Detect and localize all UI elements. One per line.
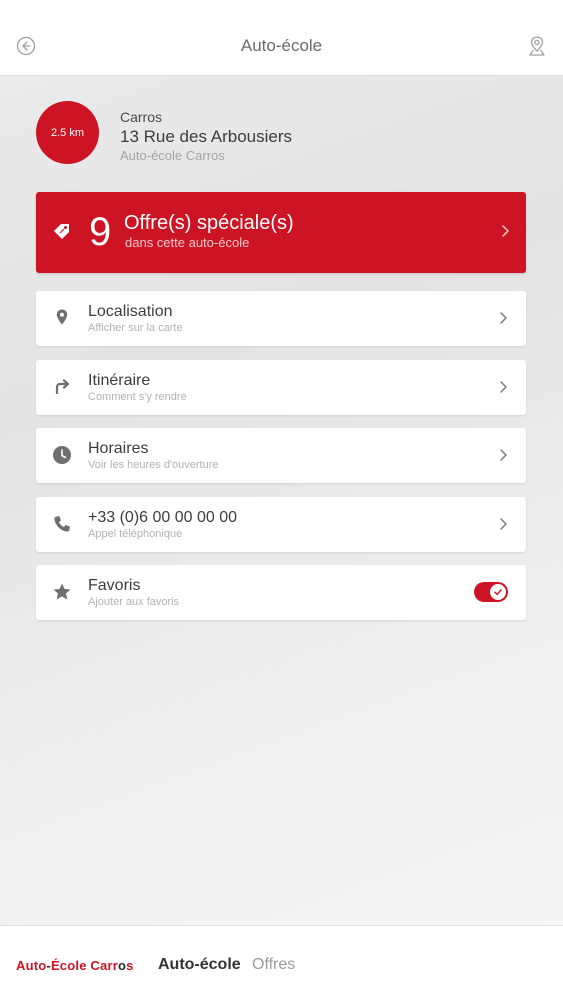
brand-logo: Auto-École Carros <box>16 958 134 973</box>
itinerary-title: Itinéraire <box>88 372 151 389</box>
star-icon <box>53 583 71 600</box>
chevron-right-icon <box>500 449 507 461</box>
offers-subtitle: dans cette auto-école <box>125 235 250 250</box>
city-label: Carros <box>120 109 163 125</box>
chevron-right-icon <box>500 381 507 393</box>
offers-title: Offre(s) spéciale(s) <box>124 212 294 234</box>
chevron-right-icon <box>502 225 509 237</box>
favorite-row: Favoris Ajouter aux favoris <box>36 565 526 620</box>
school-name-label: Auto-école Carros <box>120 148 225 163</box>
toggle-knob <box>490 584 506 600</box>
check-icon <box>494 589 502 596</box>
address-label: 13 Rue des Arbousiers <box>120 127 292 146</box>
opening-hours-subtitle: Voir les heures d'ouverture <box>88 459 219 471</box>
opening-hours-title: Horaires <box>88 440 149 457</box>
distance-badge: 2.5 km <box>36 101 99 164</box>
phone-number: +33 (0)6 00 00 00 00 <box>88 509 238 526</box>
opening-hours-row[interactable]: Horaires Voir les heures d'ouverture <box>36 428 526 483</box>
clock-icon <box>53 446 71 464</box>
favorite-title: Favoris <box>88 577 141 594</box>
bottom-navigation: Auto-École Carros Auto-école Offres <box>0 925 563 1000</box>
phone-icon <box>54 516 70 532</box>
tab-auto-ecole[interactable]: Auto-école <box>158 956 241 974</box>
location-pin-icon <box>56 309 68 325</box>
offers-count: 9 <box>89 210 112 254</box>
page-title: Auto-école <box>240 36 323 55</box>
phone-subtitle: Appel téléphonique <box>88 528 183 540</box>
special-offers-button[interactable]: 9 Offre(s) spéciale(s) dans cette auto-é… <box>36 192 526 273</box>
tab-offres[interactable]: Offres <box>252 956 295 974</box>
app-header: Auto-école <box>0 0 563 76</box>
itinerary-subtitle: Comment s'y rendre <box>88 391 187 403</box>
chevron-right-icon <box>500 518 507 530</box>
favorite-subtitle: Ajouter aux favoris <box>88 596 180 608</box>
phone-row[interactable]: +33 (0)6 00 00 00 00 Appel téléphonique <box>36 497 526 552</box>
location-subtitle: Afficher sur la carte <box>88 322 183 334</box>
location-row[interactable]: Localisation Afficher sur la carte <box>36 291 526 346</box>
turn-right-arrow-icon <box>55 379 70 394</box>
map-pin-icon[interactable] <box>527 35 547 57</box>
location-title: Localisation <box>88 303 173 320</box>
favorite-toggle[interactable] <box>474 582 508 602</box>
tag-icon <box>54 224 69 239</box>
chevron-right-icon <box>500 312 507 324</box>
itinerary-row[interactable]: Itinéraire Comment s'y rendre <box>36 360 526 415</box>
school-summary: 2.5 km Carros 13 Rue des Arbousiers Auto… <box>36 101 526 165</box>
